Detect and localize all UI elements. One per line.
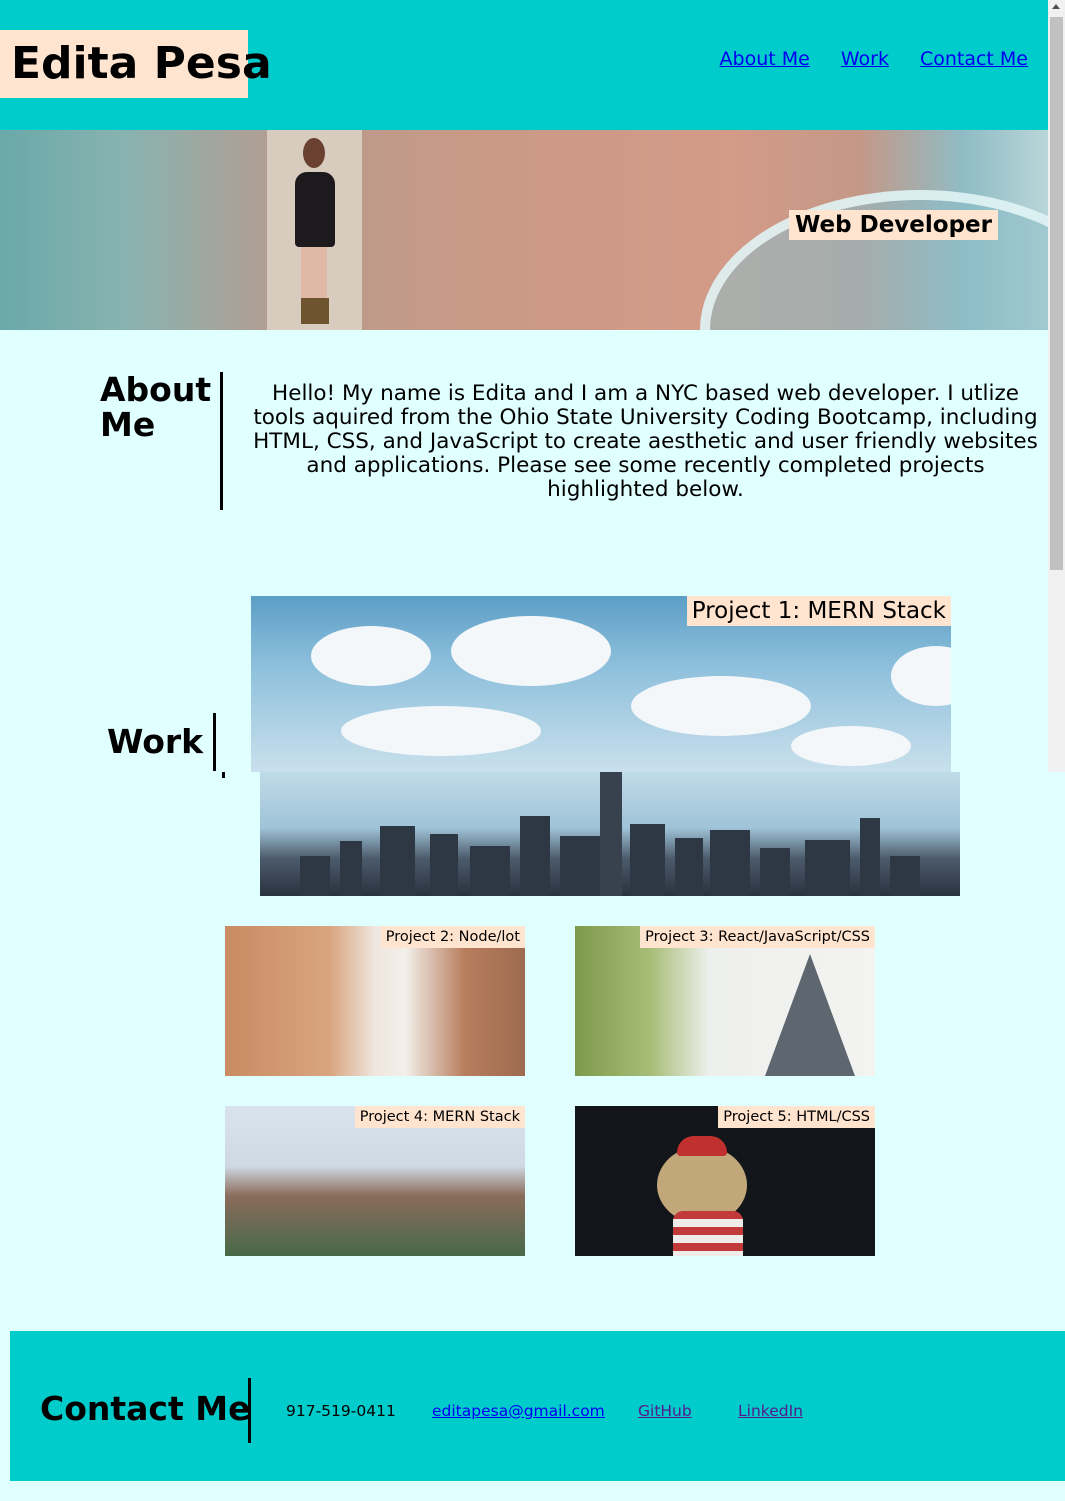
role-badge: Web Developer xyxy=(789,210,998,240)
project-1-image-skyline xyxy=(260,772,960,896)
contact-heading: Contact Me xyxy=(40,1389,251,1428)
nav-contact-me-link[interactable]: Contact Me xyxy=(920,48,1028,70)
project-1-label: Project 1: MERN Stack xyxy=(686,596,951,626)
project-1-card[interactable]: Project 1: MERN Stack xyxy=(251,596,960,896)
main-nav: About Me Work Contact Me xyxy=(720,48,1028,70)
email-link[interactable]: editapesa@gmail.com xyxy=(432,1402,605,1420)
vertical-scrollbar[interactable] xyxy=(1048,0,1065,772)
site-name: Edita Pesa xyxy=(0,30,272,98)
project-2-card[interactable]: Project 2: Node/lot xyxy=(225,926,525,1076)
linkedin-link[interactable]: LinkedIn xyxy=(738,1402,803,1420)
project-4-label: Project 4: MERN Stack xyxy=(354,1106,525,1128)
contact-divider xyxy=(248,1378,251,1443)
about-heading: About Me xyxy=(100,370,212,444)
work-divider xyxy=(213,713,216,771)
project-2-label: Project 2: Node/lot xyxy=(380,926,525,948)
site-header: Edita Pesa About Me Work Contact Me xyxy=(0,0,1048,130)
project-3-image xyxy=(765,954,855,1076)
nav-work-link[interactable]: Work xyxy=(841,48,889,70)
hero-banner: Web Developer xyxy=(0,130,1048,330)
github-link[interactable]: GitHub xyxy=(638,1402,692,1420)
project-4-card[interactable]: Project 4: MERN Stack xyxy=(225,1106,525,1256)
project-5-card[interactable]: Project 5: HTML/CSS xyxy=(575,1106,875,1256)
phone-number: 917-519-0411 xyxy=(286,1402,396,1420)
about-text: Hello! My name is Edita and I am a NYC b… xyxy=(253,381,1038,502)
scrollbar-thumb[interactable] xyxy=(1050,17,1063,570)
contact-footer: Contact Me 917-519-0411 editapesa@gmail.… xyxy=(10,1331,1065,1481)
project-3-card[interactable]: Project 3: React/JavaScript/CSS xyxy=(575,926,875,1076)
about-divider xyxy=(220,372,223,510)
work-divider-tick xyxy=(222,772,225,778)
nav-about-me-link[interactable]: About Me xyxy=(720,48,810,70)
scroll-up-arrow-icon[interactable] xyxy=(1052,4,1060,9)
profile-photo xyxy=(267,130,362,330)
project-5-label: Project 5: HTML/CSS xyxy=(718,1106,875,1128)
project-3-label: Project 3: React/JavaScript/CSS xyxy=(640,926,875,948)
work-heading: Work xyxy=(107,722,204,761)
